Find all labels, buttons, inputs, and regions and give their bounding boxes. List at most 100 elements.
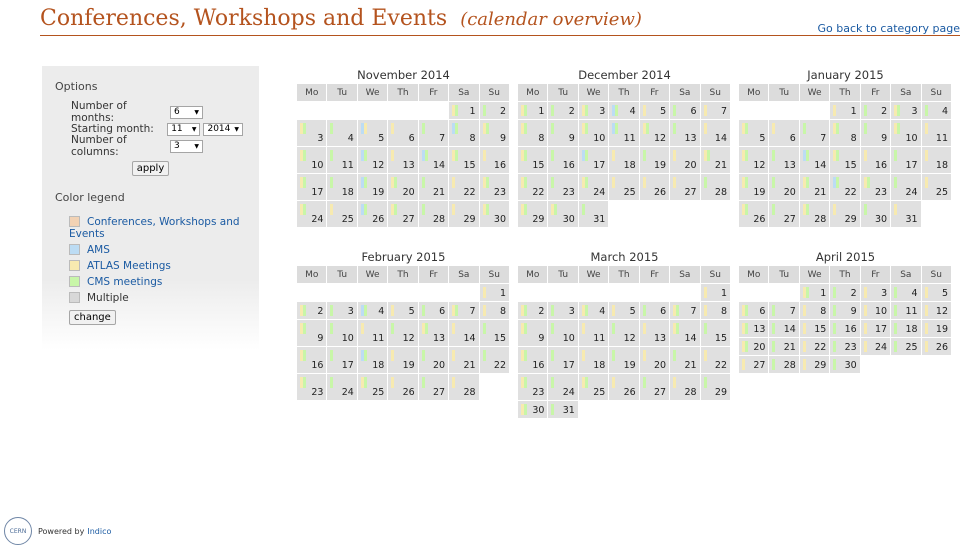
day-cell[interactable]: 6 — [388, 120, 418, 146]
day-cell[interactable]: 20 — [670, 147, 700, 173]
day-cell[interactable]: 7 — [418, 120, 449, 146]
day-cell[interactable]: 7 — [449, 302, 479, 319]
day-cell[interactable]: 15 — [830, 147, 860, 173]
day-cell[interactable]: 31 — [891, 201, 921, 227]
day-cell[interactable]: 24 — [327, 374, 357, 400]
day-cell[interactable]: 24 — [891, 174, 921, 200]
day-cell[interactable]: 14 — [670, 320, 700, 346]
day-cell[interactable]: 24 — [860, 338, 891, 355]
day-cell[interactable]: 15 — [449, 147, 479, 173]
day-cell[interactable]: 25 — [891, 338, 921, 355]
legend-label[interactable]: ATLAS Meetings — [87, 260, 171, 272]
day-cell[interactable]: 31 — [578, 201, 609, 227]
day-cell[interactable]: 10 — [327, 320, 357, 346]
day-cell[interactable]: 28 — [799, 201, 830, 227]
day-cell[interactable]: 21 — [418, 174, 449, 200]
day-cell[interactable]: 18 — [609, 147, 639, 173]
day-cell[interactable]: 13 — [739, 320, 769, 337]
day-cell[interactable]: 22 — [700, 347, 730, 373]
legend-item[interactable]: ATLAS Meetings — [69, 260, 246, 272]
day-cell[interactable]: 12 — [639, 120, 670, 146]
day-cell[interactable]: 20 — [769, 174, 799, 200]
day-cell[interactable]: 2 — [860, 102, 891, 119]
day-cell[interactable]: 19 — [921, 320, 951, 337]
day-cell[interactable]: 25 — [921, 174, 951, 200]
day-cell[interactable]: 21 — [700, 147, 730, 173]
day-cell[interactable]: 12 — [921, 302, 951, 319]
day-cell[interactable]: 24 — [548, 374, 578, 400]
day-cell[interactable]: 27 — [769, 201, 799, 227]
day-cell[interactable]: 28 — [449, 374, 479, 400]
day-cell[interactable]: 21 — [449, 347, 479, 373]
day-cell[interactable]: 11 — [578, 320, 609, 346]
day-cell[interactable]: 6 — [670, 102, 700, 119]
day-cell[interactable]: 26 — [388, 374, 418, 400]
day-cell[interactable]: 11 — [891, 302, 921, 319]
day-cell[interactable]: 24 — [578, 174, 609, 200]
day-cell[interactable]: 28 — [418, 201, 449, 227]
day-cell[interactable]: 5 — [609, 302, 639, 319]
day-cell[interactable]: 2 — [297, 302, 327, 319]
day-cell[interactable]: 28 — [670, 374, 700, 400]
day-cell[interactable]: 29 — [449, 201, 479, 227]
day-cell[interactable]: 28 — [769, 356, 799, 373]
change-button[interactable]: change — [69, 310, 116, 325]
day-cell[interactable]: 21 — [799, 174, 830, 200]
day-cell[interactable]: 25 — [357, 374, 388, 400]
apply-button[interactable]: apply — [131, 161, 170, 176]
day-cell[interactable]: 18 — [921, 147, 951, 173]
day-cell[interactable]: 23 — [297, 374, 327, 400]
day-cell[interactable]: 19 — [388, 347, 418, 373]
day-cell[interactable]: 17 — [548, 347, 578, 373]
start-month-select[interactable]: 11 ▼ — [167, 122, 201, 136]
day-cell[interactable]: 12 — [388, 320, 418, 346]
day-cell[interactable]: 5 — [921, 284, 951, 301]
day-cell[interactable]: 20 — [739, 338, 769, 355]
day-cell[interactable]: 30 — [548, 201, 578, 227]
day-cell[interactable]: 26 — [921, 338, 951, 355]
day-cell[interactable]: 13 — [769, 147, 799, 173]
day-cell[interactable]: 9 — [860, 120, 891, 146]
day-cell[interactable]: 26 — [639, 174, 670, 200]
day-cell[interactable]: 27 — [639, 374, 670, 400]
day-cell[interactable]: 27 — [418, 374, 449, 400]
day-cell[interactable]: 18 — [357, 347, 388, 373]
day-cell[interactable]: 5 — [639, 102, 670, 119]
day-cell[interactable]: 22 — [449, 174, 479, 200]
day-cell[interactable]: 1 — [518, 102, 548, 119]
day-cell[interactable]: 18 — [891, 320, 921, 337]
day-cell[interactable]: 27 — [388, 201, 418, 227]
day-cell[interactable]: 1 — [830, 102, 860, 119]
day-cell[interactable]: 9 — [479, 120, 509, 146]
day-cell[interactable]: 20 — [418, 347, 449, 373]
day-cell[interactable]: 7 — [700, 102, 730, 119]
day-cell[interactable]: 7 — [670, 302, 700, 319]
day-cell[interactable]: 9 — [548, 120, 578, 146]
day-cell[interactable]: 10 — [548, 320, 578, 346]
day-cell[interactable]: 11 — [327, 147, 357, 173]
legend-item[interactable]: Conferences, Workshops and Events — [69, 216, 246, 240]
day-cell[interactable]: 14 — [449, 320, 479, 346]
day-cell[interactable]: 22 — [518, 174, 548, 200]
day-cell[interactable]: 17 — [860, 320, 891, 337]
day-cell[interactable]: 4 — [921, 102, 951, 119]
day-cell[interactable]: 22 — [799, 338, 830, 355]
day-cell[interactable]: 15 — [479, 320, 509, 346]
day-cell[interactable]: 16 — [860, 147, 891, 173]
day-cell[interactable]: 14 — [799, 147, 830, 173]
day-cell[interactable]: 1 — [479, 284, 509, 301]
day-cell[interactable]: 11 — [921, 120, 951, 146]
day-cell[interactable]: 5 — [357, 120, 388, 146]
day-cell[interactable]: 4 — [357, 302, 388, 319]
day-cell[interactable]: 17 — [327, 347, 357, 373]
day-cell[interactable]: 6 — [739, 302, 769, 319]
day-cell[interactable]: 29 — [799, 356, 830, 373]
day-cell[interactable]: 1 — [700, 284, 730, 301]
day-cell[interactable]: 21 — [769, 338, 799, 355]
day-cell[interactable]: 23 — [479, 174, 509, 200]
day-cell[interactable]: 13 — [639, 320, 670, 346]
day-cell[interactable]: 23 — [518, 374, 548, 400]
day-cell[interactable]: 25 — [609, 174, 639, 200]
day-cell[interactable]: 17 — [297, 174, 327, 200]
columns-select[interactable]: 3 ▼ — [170, 139, 203, 153]
